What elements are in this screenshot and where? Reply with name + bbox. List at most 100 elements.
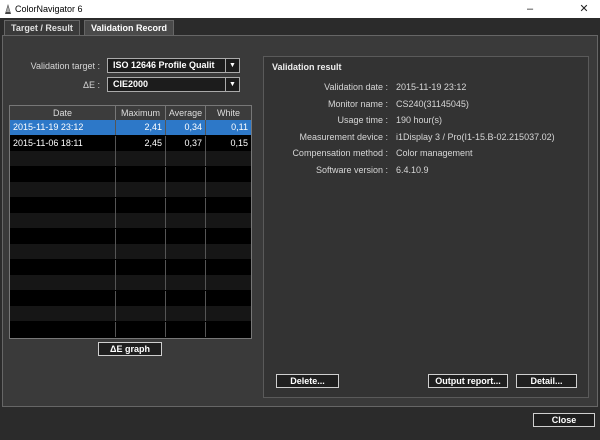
table-cell — [206, 322, 251, 337]
result-key: Measurement device : — [299, 131, 388, 142]
table-row[interactable] — [10, 197, 251, 213]
table-cell: 0,11 — [231, 122, 248, 132]
table-cell — [116, 197, 166, 213]
result-value: 190 hour(s) — [396, 115, 443, 125]
table-cell — [206, 229, 251, 244]
table-row[interactable] — [10, 306, 251, 321]
validation-target-select[interactable]: ISO 12646 Profile Qualit ▼ — [107, 58, 240, 73]
tab-target-result[interactable]: Target / Result — [4, 20, 80, 35]
table-cell — [166, 321, 206, 337]
table-row[interactable] — [10, 259, 251, 275]
table-cell — [116, 228, 166, 244]
table-cell — [166, 228, 206, 244]
table-cell — [10, 182, 116, 197]
window-title: ColorNavigator 6 — [15, 4, 83, 14]
table-row[interactable] — [10, 213, 251, 228]
table-cell — [10, 275, 116, 290]
table-row[interactable] — [10, 182, 251, 197]
table-cell — [10, 321, 116, 337]
table-row[interactable]: 2015-11-19 23:12 2,41 0,34 0,11 — [10, 120, 251, 135]
minimize-button[interactable]: – — [516, 0, 544, 18]
table-cell — [206, 213, 251, 228]
table-cell: 0,15 — [230, 137, 248, 148]
column-header-average[interactable]: Average — [166, 106, 206, 120]
table-cell — [10, 166, 116, 182]
validation-records-table[interactable]: Date Maximum Average White 2015-11-19 23… — [9, 105, 252, 339]
close-button[interactable]: Close — [533, 413, 595, 427]
chevron-down-icon: ▼ — [225, 78, 239, 91]
table-cell — [116, 151, 166, 166]
chevron-down-icon: ▼ — [225, 59, 239, 72]
result-key: Validation date : — [324, 82, 388, 92]
table-row[interactable] — [10, 290, 251, 306]
result-value: i1Display 3 / Pro(I1-15.B-02.215037.02) — [396, 131, 555, 142]
table-cell — [10, 228, 116, 244]
table-cell — [10, 213, 116, 228]
validation-result-title: Validation result — [272, 62, 342, 72]
result-value: CS240(31145045) — [396, 98, 469, 109]
table-cell: 0,37 — [166, 135, 206, 151]
table-row[interactable] — [10, 275, 251, 290]
table-cell: 2,41 — [116, 120, 166, 135]
table-cell — [10, 306, 116, 321]
delta-e-select[interactable]: CIE2000 ▼ — [107, 77, 240, 92]
table-cell — [206, 306, 251, 321]
table-cell — [166, 151, 206, 166]
table-cell: 0,34 — [166, 120, 206, 135]
table-cell — [116, 275, 166, 290]
column-header-white[interactable]: White — [206, 106, 251, 120]
table-cell — [206, 151, 251, 166]
result-value: Color management — [396, 148, 473, 158]
tab-validation-record[interactable]: Validation Record — [84, 20, 175, 35]
table-cell — [116, 182, 166, 197]
table-cell — [206, 275, 251, 290]
table-cell — [166, 306, 206, 321]
table-row[interactable] — [10, 166, 251, 182]
column-header-maximum[interactable]: Maximum — [116, 106, 166, 120]
table-row[interactable] — [10, 228, 251, 244]
validation-target-value: ISO 12646 Profile Qualit — [113, 60, 215, 70]
table-cell: 2015-11-19 23:12 — [10, 120, 116, 135]
table-cell — [206, 291, 251, 306]
table-cell — [10, 290, 116, 306]
table-row[interactable] — [10, 244, 251, 259]
column-header-date[interactable]: Date — [10, 106, 116, 120]
table-cell — [10, 197, 116, 213]
table-cell — [10, 151, 116, 166]
table-cell: 2,45 — [116, 135, 166, 151]
minimize-icon: – — [526, 3, 534, 15]
table-row[interactable] — [10, 321, 251, 337]
delta-e-graph-button[interactable]: ΔE graph — [98, 342, 162, 356]
detail-button[interactable]: Detail... — [516, 374, 577, 388]
table-cell — [166, 166, 206, 182]
output-report-button[interactable]: Output report... — [428, 374, 508, 388]
result-key: Monitor name : — [327, 98, 388, 109]
title-bar: ColorNavigator 6 – ✕ — [0, 0, 600, 18]
table-row[interactable] — [10, 151, 251, 166]
table-cell — [166, 244, 206, 259]
table-cell — [116, 244, 166, 259]
result-value: 2015-11-19 23:12 — [396, 82, 467, 92]
table-cell — [166, 290, 206, 306]
close-window-button[interactable]: ✕ — [570, 0, 598, 18]
table-cell — [116, 259, 166, 275]
table-cell — [166, 275, 206, 290]
result-value: 6.4.10.9 — [396, 164, 429, 175]
table-cell — [116, 321, 166, 337]
table-cell — [166, 182, 206, 197]
table-cell — [166, 197, 206, 213]
table-row[interactable]: 2015-11-06 18:11 2,45 0,37 0,15 — [10, 135, 251, 151]
table-cell — [116, 166, 166, 182]
result-key: Software version : — [315, 164, 388, 175]
app-logo-icon — [5, 4, 11, 14]
table-cell — [206, 244, 251, 259]
table-header: Date Maximum Average White — [10, 106, 251, 120]
table-cell — [116, 290, 166, 306]
table-cell — [116, 306, 166, 321]
delete-button[interactable]: Delete... — [276, 374, 339, 388]
table-cell — [206, 182, 251, 197]
validation-target-label: Validation target : — [30, 61, 100, 71]
table-cell — [206, 167, 251, 182]
result-key: Usage time : — [337, 115, 388, 125]
table-cell — [166, 213, 206, 228]
